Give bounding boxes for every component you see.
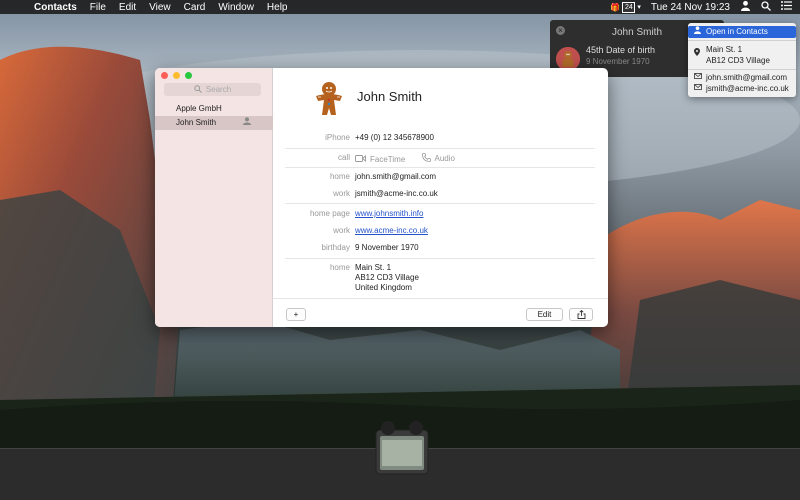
popup-birthday-title: 45th Date of birth (586, 45, 656, 55)
card-toolbar: + Edit (273, 298, 608, 327)
email-item-2[interactable]: jsmith@acme-inc.co.uk (688, 83, 796, 95)
menu-file[interactable]: File (90, 2, 106, 13)
audio-label: Audio (434, 154, 455, 163)
menu-window[interactable]: Window (218, 2, 254, 13)
my-card-person-icon (243, 116, 251, 130)
sidebar: Search Apple GmbH John Smith (155, 68, 273, 327)
facetime-button[interactable]: FaceTime (355, 155, 405, 165)
call-label: call (337, 153, 350, 162)
birthday-label: birthday (321, 243, 350, 252)
menu-card[interactable]: Card (184, 2, 206, 13)
location-pin-icon (694, 48, 702, 61)
contact-detail-pane: John Smith iPhone +49 (0) 12 345678900 c… (273, 68, 608, 327)
call-options: FaceTime Audio (355, 153, 469, 165)
contacts-dock-icon[interactable] (370, 418, 432, 476)
video-camera-icon (355, 155, 366, 165)
email-home-label: home (329, 172, 350, 181)
gingerbread-avatar-icon[interactable] (312, 80, 346, 118)
close-window-button[interactable] (161, 72, 168, 79)
row-divider (285, 203, 595, 204)
menu-app-contacts[interactable]: Contacts (34, 2, 77, 13)
url-work-label: work (333, 226, 350, 235)
address-line2: AB12 CD3 Village (355, 273, 419, 282)
row-divider (285, 148, 595, 149)
search-icon (194, 84, 202, 95)
person-icon (694, 25, 702, 39)
audio-call-button[interactable]: Audio (421, 153, 455, 165)
envelope-icon (694, 83, 702, 95)
user-icon[interactable] (740, 0, 751, 14)
share-icon (577, 309, 586, 321)
list-item-label: Apple GmbH (176, 104, 222, 113)
dropdown-address-line2: AB12 CD3 Village (706, 56, 770, 65)
homepage-label: home page (309, 209, 350, 218)
spotlight-search-icon[interactable] (761, 0, 771, 14)
birthday-menu-extra[interactable]: 🎁 24 ▾ (610, 1, 641, 13)
menu-edit[interactable]: Edit (119, 2, 136, 13)
menu-help[interactable]: Help (267, 2, 288, 13)
phone-value[interactable]: +49 (0) 12 345678900 (355, 133, 434, 143)
menu-view[interactable]: View (149, 2, 171, 13)
phone-handset-icon (421, 153, 431, 165)
add-button[interactable]: + (286, 308, 306, 321)
address-value[interactable]: Main St. 1 AB12 CD3 Village United Kingd… (355, 263, 419, 293)
homepage-link[interactable]: www.johnsmith.info (355, 209, 423, 219)
list-item-company[interactable]: Apple GmbH (155, 102, 273, 116)
open-in-contacts-item[interactable]: Open in Contacts (688, 25, 796, 39)
email-work-value[interactable]: jsmith@acme-inc.co.uk (355, 189, 438, 199)
row-divider (285, 167, 595, 168)
phone-label: iPhone (325, 133, 350, 142)
search-placeholder: Search (205, 85, 232, 94)
menu-separator (688, 40, 796, 41)
url-work-link[interactable]: www.acme-inc.co.uk (355, 226, 428, 236)
calendar-icon: 24 (622, 1, 636, 13)
share-button[interactable] (569, 308, 593, 321)
contact-name: John Smith (357, 89, 423, 104)
dropdown-email2: jsmith@acme-inc.co.uk (706, 84, 789, 93)
edit-button[interactable]: Edit (526, 308, 563, 321)
address-label: home (329, 263, 350, 272)
minimize-window-button[interactable] (173, 72, 180, 79)
list-item-contact-selected[interactable]: John Smith (155, 116, 273, 130)
row-divider (285, 258, 595, 259)
email-work-label: work (333, 189, 350, 198)
menu-separator (688, 69, 796, 70)
email-home-value[interactable]: john.smith@gmail.com (355, 172, 436, 182)
address-item[interactable]: Main St. 1 AB12 CD3 Village (688, 43, 796, 67)
clock[interactable]: Tue 24 Nov 19:23 (651, 2, 730, 13)
address-line1: Main St. 1 (355, 263, 392, 272)
status-area: 🎁 24 ▾ Tue 24 Nov 19:23 (600, 0, 792, 14)
facetime-label: FaceTime (370, 155, 406, 164)
dropdown-address-line1: Main St. 1 (706, 45, 743, 54)
address-line3: United Kingdom (355, 283, 412, 292)
gift-icon: 🎁 (610, 2, 621, 12)
search-field[interactable]: Search (164, 83, 261, 96)
chevron-down-icon: ▾ (637, 4, 641, 11)
menu-bar: Contacts File Edit View Card Window Help… (0, 0, 800, 14)
notification-center-icon[interactable] (781, 1, 792, 13)
list-item-label: John Smith (176, 118, 217, 127)
popup-birthday-date: 9 November 1970 (586, 57, 650, 66)
open-in-contacts-label: Open in Contacts (706, 27, 768, 36)
contact-dropdown-menu: Open in Contacts Main St. 1 AB12 CD3 Vil… (688, 23, 796, 97)
zoom-window-button[interactable] (185, 72, 192, 79)
contacts-window: Search Apple GmbH John Smith John Smith (155, 68, 608, 327)
birthday-value[interactable]: 9 November 1970 (355, 243, 419, 253)
